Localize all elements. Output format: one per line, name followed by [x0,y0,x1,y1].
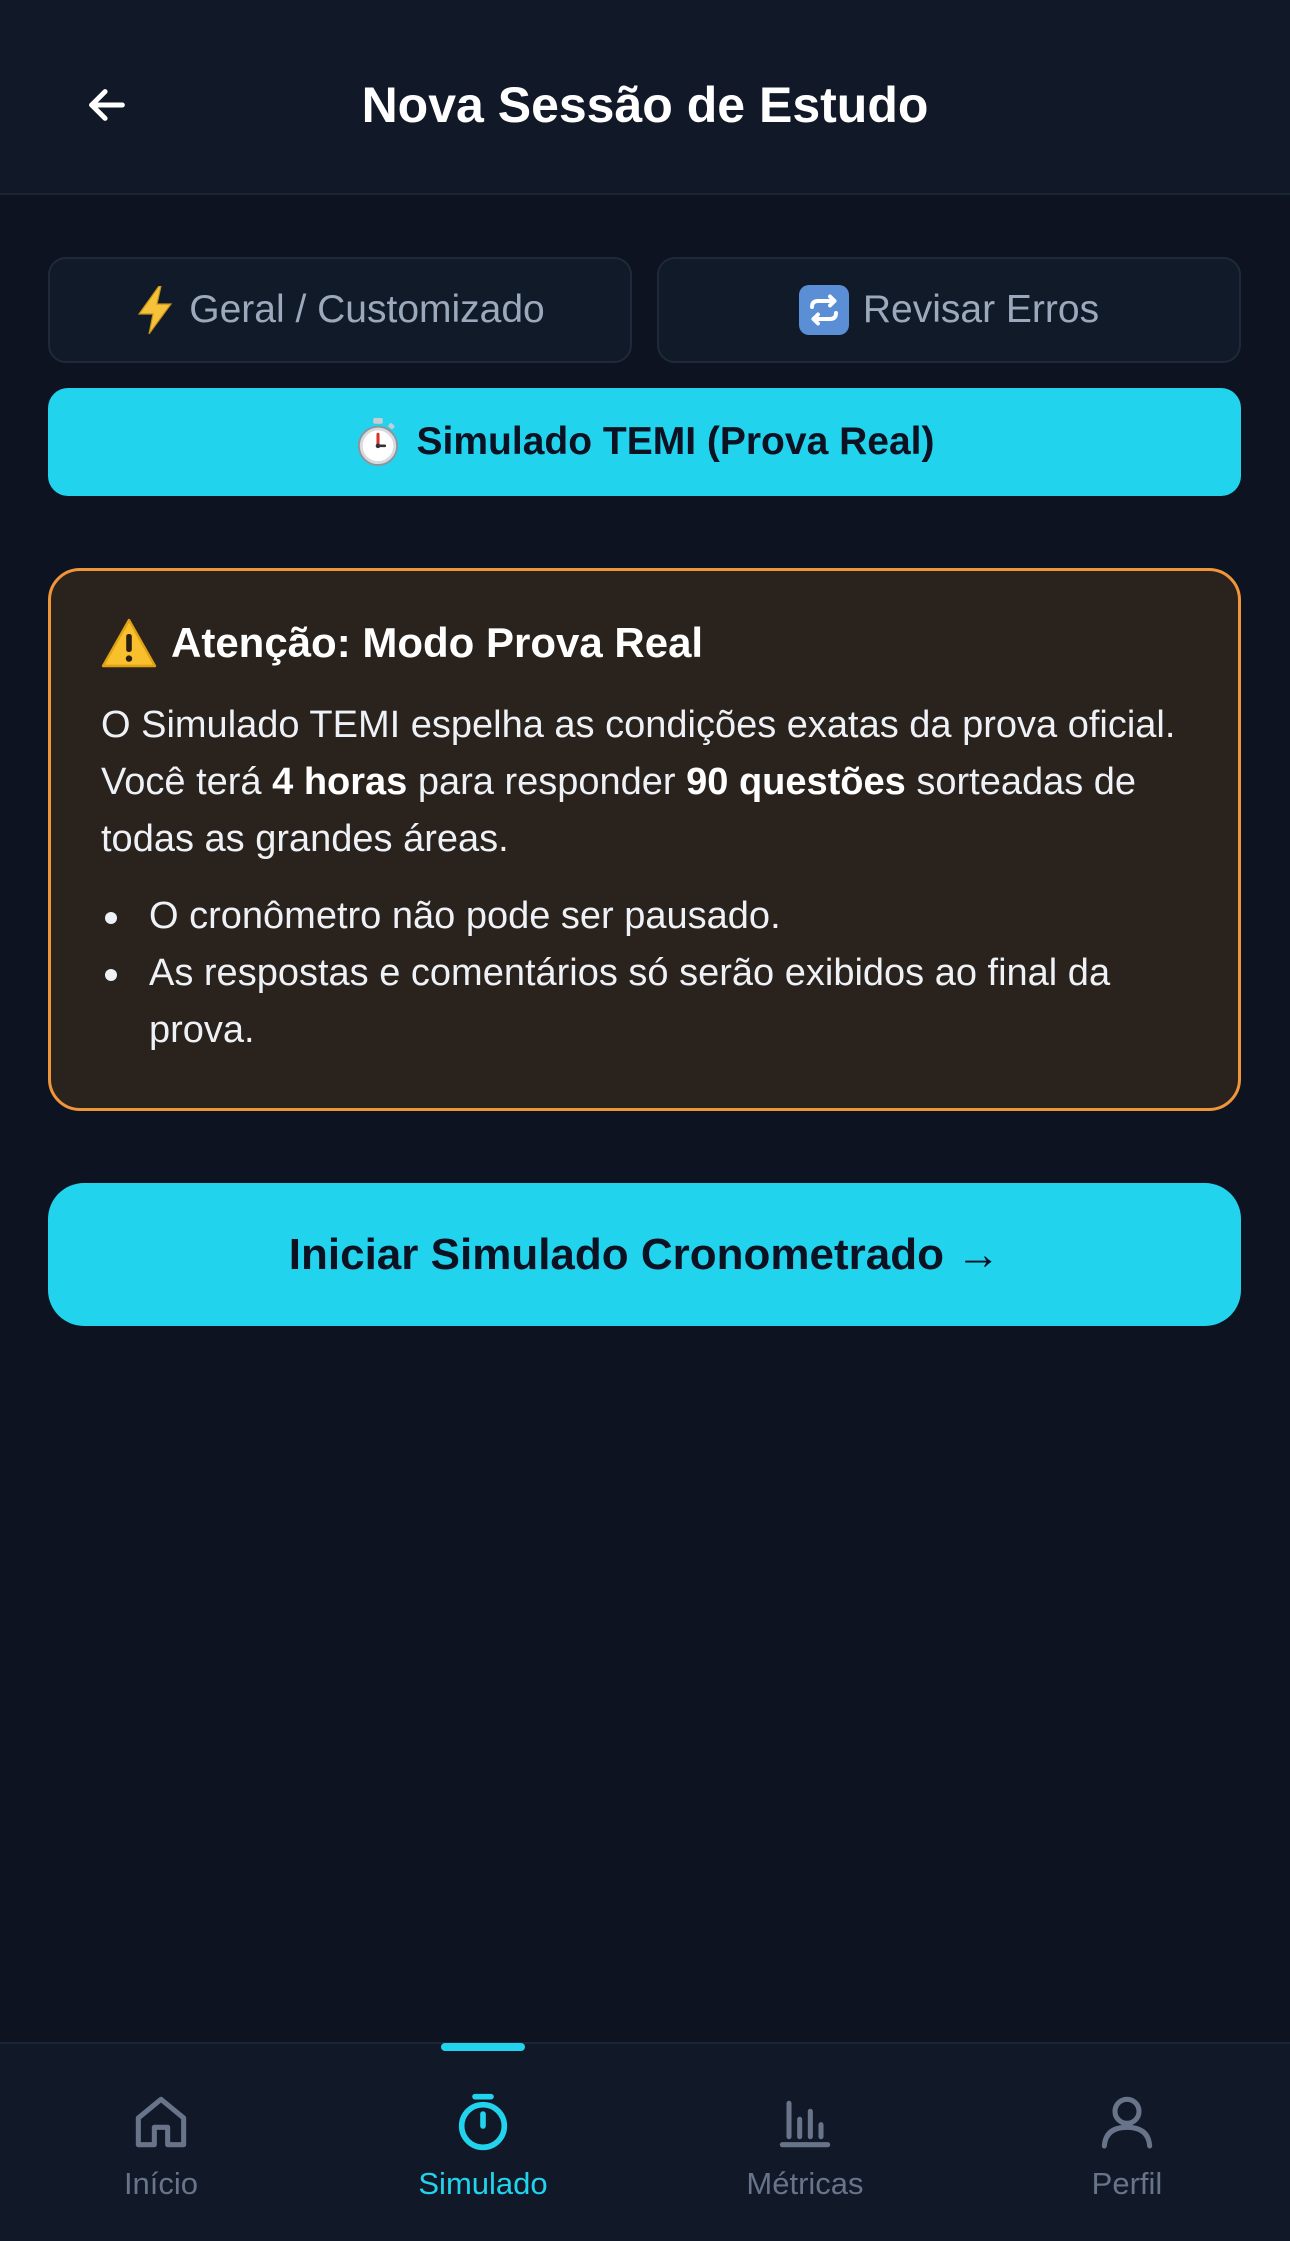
warning-icon [101,618,157,668]
nav-label: Simulado [418,2166,548,2201]
tab-general-custom[interactable]: Geral / Customizado [48,257,632,363]
start-timed-simulation-button[interactable]: Iniciar Simulado Cronometrado → [48,1183,1241,1326]
tab-review-label: Revisar Erros [862,288,1100,331]
bottom-nav: Início Simulado Métricas Perfil [0,2042,1290,2241]
warning-description: O Simulado TEMI espelha as condições exa… [101,697,1188,868]
warning-questions: 90 questões [686,761,906,803]
warning-list: O cronômetro não pode ser pausado. As re… [101,888,1188,1059]
warning-card: Atenção: Modo Prova Real O Simulado TEMI… [48,568,1241,1111]
app-header: Nova Sessão de Estudo [0,0,1290,195]
lightning-icon [135,286,175,334]
tab-review-errors[interactable]: Revisar Erros [657,257,1241,363]
nav-item-metricas[interactable]: Métricas [644,2044,966,2241]
home-icon [135,2096,187,2148]
warning-bullet: As respostas e comentários só serão exib… [101,945,1188,1059]
page-title: Nova Sessão de Estudo [361,77,929,133]
nav-item-inicio[interactable]: Início [0,2044,322,2241]
tab-simulated-temi[interactable]: Simulado TEMI (Prova Real) [48,388,1241,496]
stopwatch-icon [355,417,401,467]
warning-hours: 4 horas [272,761,408,803]
active-nav-indicator [441,2043,525,2051]
refresh-icon [798,285,849,335]
warning-bullet: O cronômetro não pode ser pausado. [101,888,1188,945]
warning-title-row: Atenção: Modo Prova Real [101,613,1188,673]
nav-item-perfil[interactable]: Perfil [966,2044,1288,2241]
tab-general-label: Geral / Customizado [189,288,545,331]
user-icon [1101,2096,1153,2149]
nav-label: Métricas [746,2166,864,2201]
nav-label: Início [123,2166,199,2201]
nav-label: Perfil [1091,2166,1163,2201]
warning-title: Atenção: Modo Prova Real [171,619,704,666]
timer-icon [458,2093,508,2151]
warning-text-2: para responder [407,761,687,803]
nav-item-simulado[interactable]: Simulado [322,2044,644,2241]
bar-chart-icon [779,2100,831,2148]
tab-simulated-label: Simulado TEMI (Prova Real) [416,420,935,463]
